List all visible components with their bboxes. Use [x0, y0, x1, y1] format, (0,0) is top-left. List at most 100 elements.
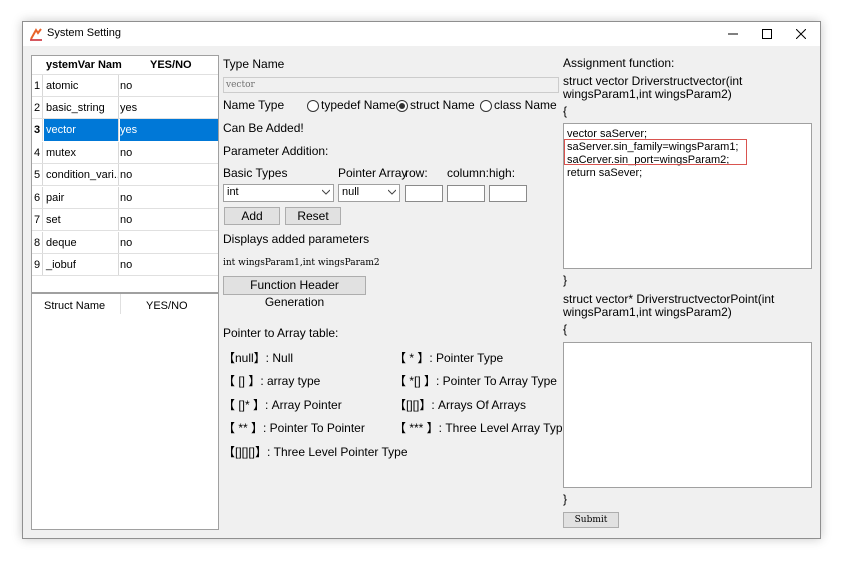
row-number: 7 [32, 209, 43, 231]
pointer-item-array-pointer: 【 []* 】: Array Pointer [223, 398, 342, 412]
added-params-text: int wingsParam1,int wingsParam2 [223, 258, 380, 268]
pointer-table-title: Pointer to Array table: [223, 326, 339, 340]
minimize-icon [728, 33, 738, 35]
basic-types-select[interactable]: int [223, 184, 334, 202]
cell-value[interactable]: yes [120, 119, 218, 141]
name-type-label: Name Type [223, 98, 285, 112]
displays-added-label: Displays added parameters [223, 232, 370, 246]
radio-class-name[interactable] [480, 100, 492, 112]
maximize-button[interactable] [750, 22, 784, 46]
row-number: 1 [32, 75, 43, 97]
minimize-button[interactable] [716, 22, 750, 46]
radio-typedef-name[interactable] [307, 100, 319, 112]
row-number: 8 [32, 232, 43, 254]
cell-value[interactable]: no [120, 164, 218, 186]
assignment-function-label: Assignment function: [563, 56, 675, 70]
row-number: 6 [32, 187, 43, 209]
open-brace-2: { [563, 322, 568, 336]
type-name-input[interactable]: vector [223, 77, 559, 93]
column-input[interactable] [447, 185, 485, 202]
cell-value[interactable]: yes [120, 97, 218, 119]
parameter-addition-label: Parameter Addition: [223, 144, 329, 158]
table-row[interactable]: 5 condition_vari... no [32, 164, 218, 186]
type-name-label: Type Name [223, 57, 285, 71]
signature2-line1: struct vector* DriverstructvectorPoint(i… [563, 292, 775, 306]
table-row[interactable]: 9 _iobuf no [32, 254, 218, 276]
type-name-value: vector [226, 80, 255, 90]
pointer-value: null [342, 186, 360, 198]
add-button[interactable]: Add [224, 207, 280, 225]
close-brace-2: } [563, 492, 568, 506]
close-icon [796, 29, 806, 39]
table-row[interactable]: 4 mutex no [32, 142, 218, 164]
pointer-item-pointer-to-pointer: 【 ** 】: Pointer To Pointer [223, 421, 365, 435]
grid-header: ystemVar Nam YES/NO [32, 56, 218, 75]
cell-value[interactable]: no [120, 142, 218, 164]
pointer-item-three-level-array: 【 *** 】: Three Level Array Type [394, 421, 570, 435]
pointer-array-select[interactable]: null [338, 184, 400, 202]
cell-name[interactable]: atomic [44, 75, 119, 97]
assignment-code-textarea[interactable]: vector saServer; saServer.sin_family=win… [563, 123, 812, 269]
struct-grid[interactable]: Struct Name YES/NO [31, 293, 219, 530]
basic-type-value: int [227, 186, 239, 198]
cell-name[interactable]: condition_vari... [44, 164, 119, 186]
high-input[interactable] [489, 185, 527, 202]
cell-value[interactable]: no [120, 232, 218, 254]
close-brace: } [563, 273, 568, 287]
high-label: high: [489, 166, 516, 180]
row-number: 4 [32, 142, 43, 164]
table-row[interactable]: 1 atomic no [32, 75, 218, 97]
cell-name[interactable]: _iobuf [44, 254, 119, 276]
cell-name[interactable]: mutex [44, 142, 119, 164]
row-label: row: [405, 166, 428, 180]
cell-name[interactable]: basic_string [44, 97, 119, 119]
reset-button[interactable]: Reset [285, 207, 341, 225]
cell-value[interactable]: no [120, 75, 218, 97]
close-button[interactable] [784, 22, 818, 46]
cell-name[interactable]: vector [44, 119, 119, 141]
table-row[interactable]: 8 deque no [32, 232, 218, 254]
pointer-array-label: Pointer Array [338, 166, 408, 180]
radio-struct-name[interactable] [396, 100, 408, 112]
pointer-item-null: 【null】: Null [223, 351, 294, 365]
table-row[interactable]: 2 basic_string yes [32, 97, 218, 119]
radio-class-label: class Name [494, 98, 557, 112]
pointer-item-array: 【 [] 】: array type [223, 374, 321, 388]
radio-struct-label: struct Name [410, 98, 475, 112]
cell-value[interactable]: no [120, 254, 218, 276]
chevron-down-icon [388, 189, 396, 195]
maximize-icon [762, 29, 772, 39]
function-header-generation-button[interactable]: Function Header Generation [223, 276, 366, 309]
pointer-item-pointer-to-array: 【 *[] 】: Pointer To Array Type [394, 374, 557, 388]
signature1-line2: wingsParam1,int wingsParam2) [563, 87, 732, 101]
basic-types-label: Basic Types [223, 166, 288, 180]
cell-name[interactable]: pair [44, 187, 119, 209]
system-setting-window: System Setting ystemVar Nam YES/NO 1 ato… [22, 21, 821, 539]
chevron-down-icon [322, 189, 330, 195]
code-line: return saSever; [567, 167, 643, 179]
code-highlight-box [564, 139, 747, 165]
column-header-struct-name[interactable]: Struct Name [44, 300, 105, 312]
cell-name[interactable]: deque [44, 232, 119, 254]
pointer-item-pointer: 【 * 】: Pointer Type [394, 351, 504, 365]
cell-value[interactable]: no [120, 209, 218, 231]
column-header-name[interactable]: ystemVar Nam [46, 59, 122, 71]
row-number: 9 [32, 254, 43, 276]
window-title: System Setting [47, 27, 121, 39]
cell-value[interactable]: no [120, 187, 218, 209]
submit-button[interactable]: Submit [563, 512, 619, 528]
title-bar: System Setting [23, 22, 820, 46]
table-row[interactable]: 6 pair no [32, 187, 218, 209]
column-header-yesno[interactable]: YES/NO [150, 59, 192, 71]
table-row-selected[interactable]: 3 vector yes [32, 119, 218, 141]
cell-name[interactable]: set [44, 209, 119, 231]
row-number: 3 [32, 119, 43, 141]
row-input[interactable] [405, 185, 443, 202]
system-var-grid[interactable]: ystemVar Nam YES/NO 1 atomic no 2 basic_… [31, 55, 219, 293]
app-icon [30, 28, 42, 41]
can-be-added-status: Can Be Added! [223, 121, 304, 135]
table-row[interactable]: 7 set no [32, 209, 218, 231]
pointer-code-textarea[interactable] [563, 342, 812, 488]
radio-typedef-label: typedef Name [321, 98, 396, 112]
column-header-yesno[interactable]: YES/NO [146, 300, 188, 312]
